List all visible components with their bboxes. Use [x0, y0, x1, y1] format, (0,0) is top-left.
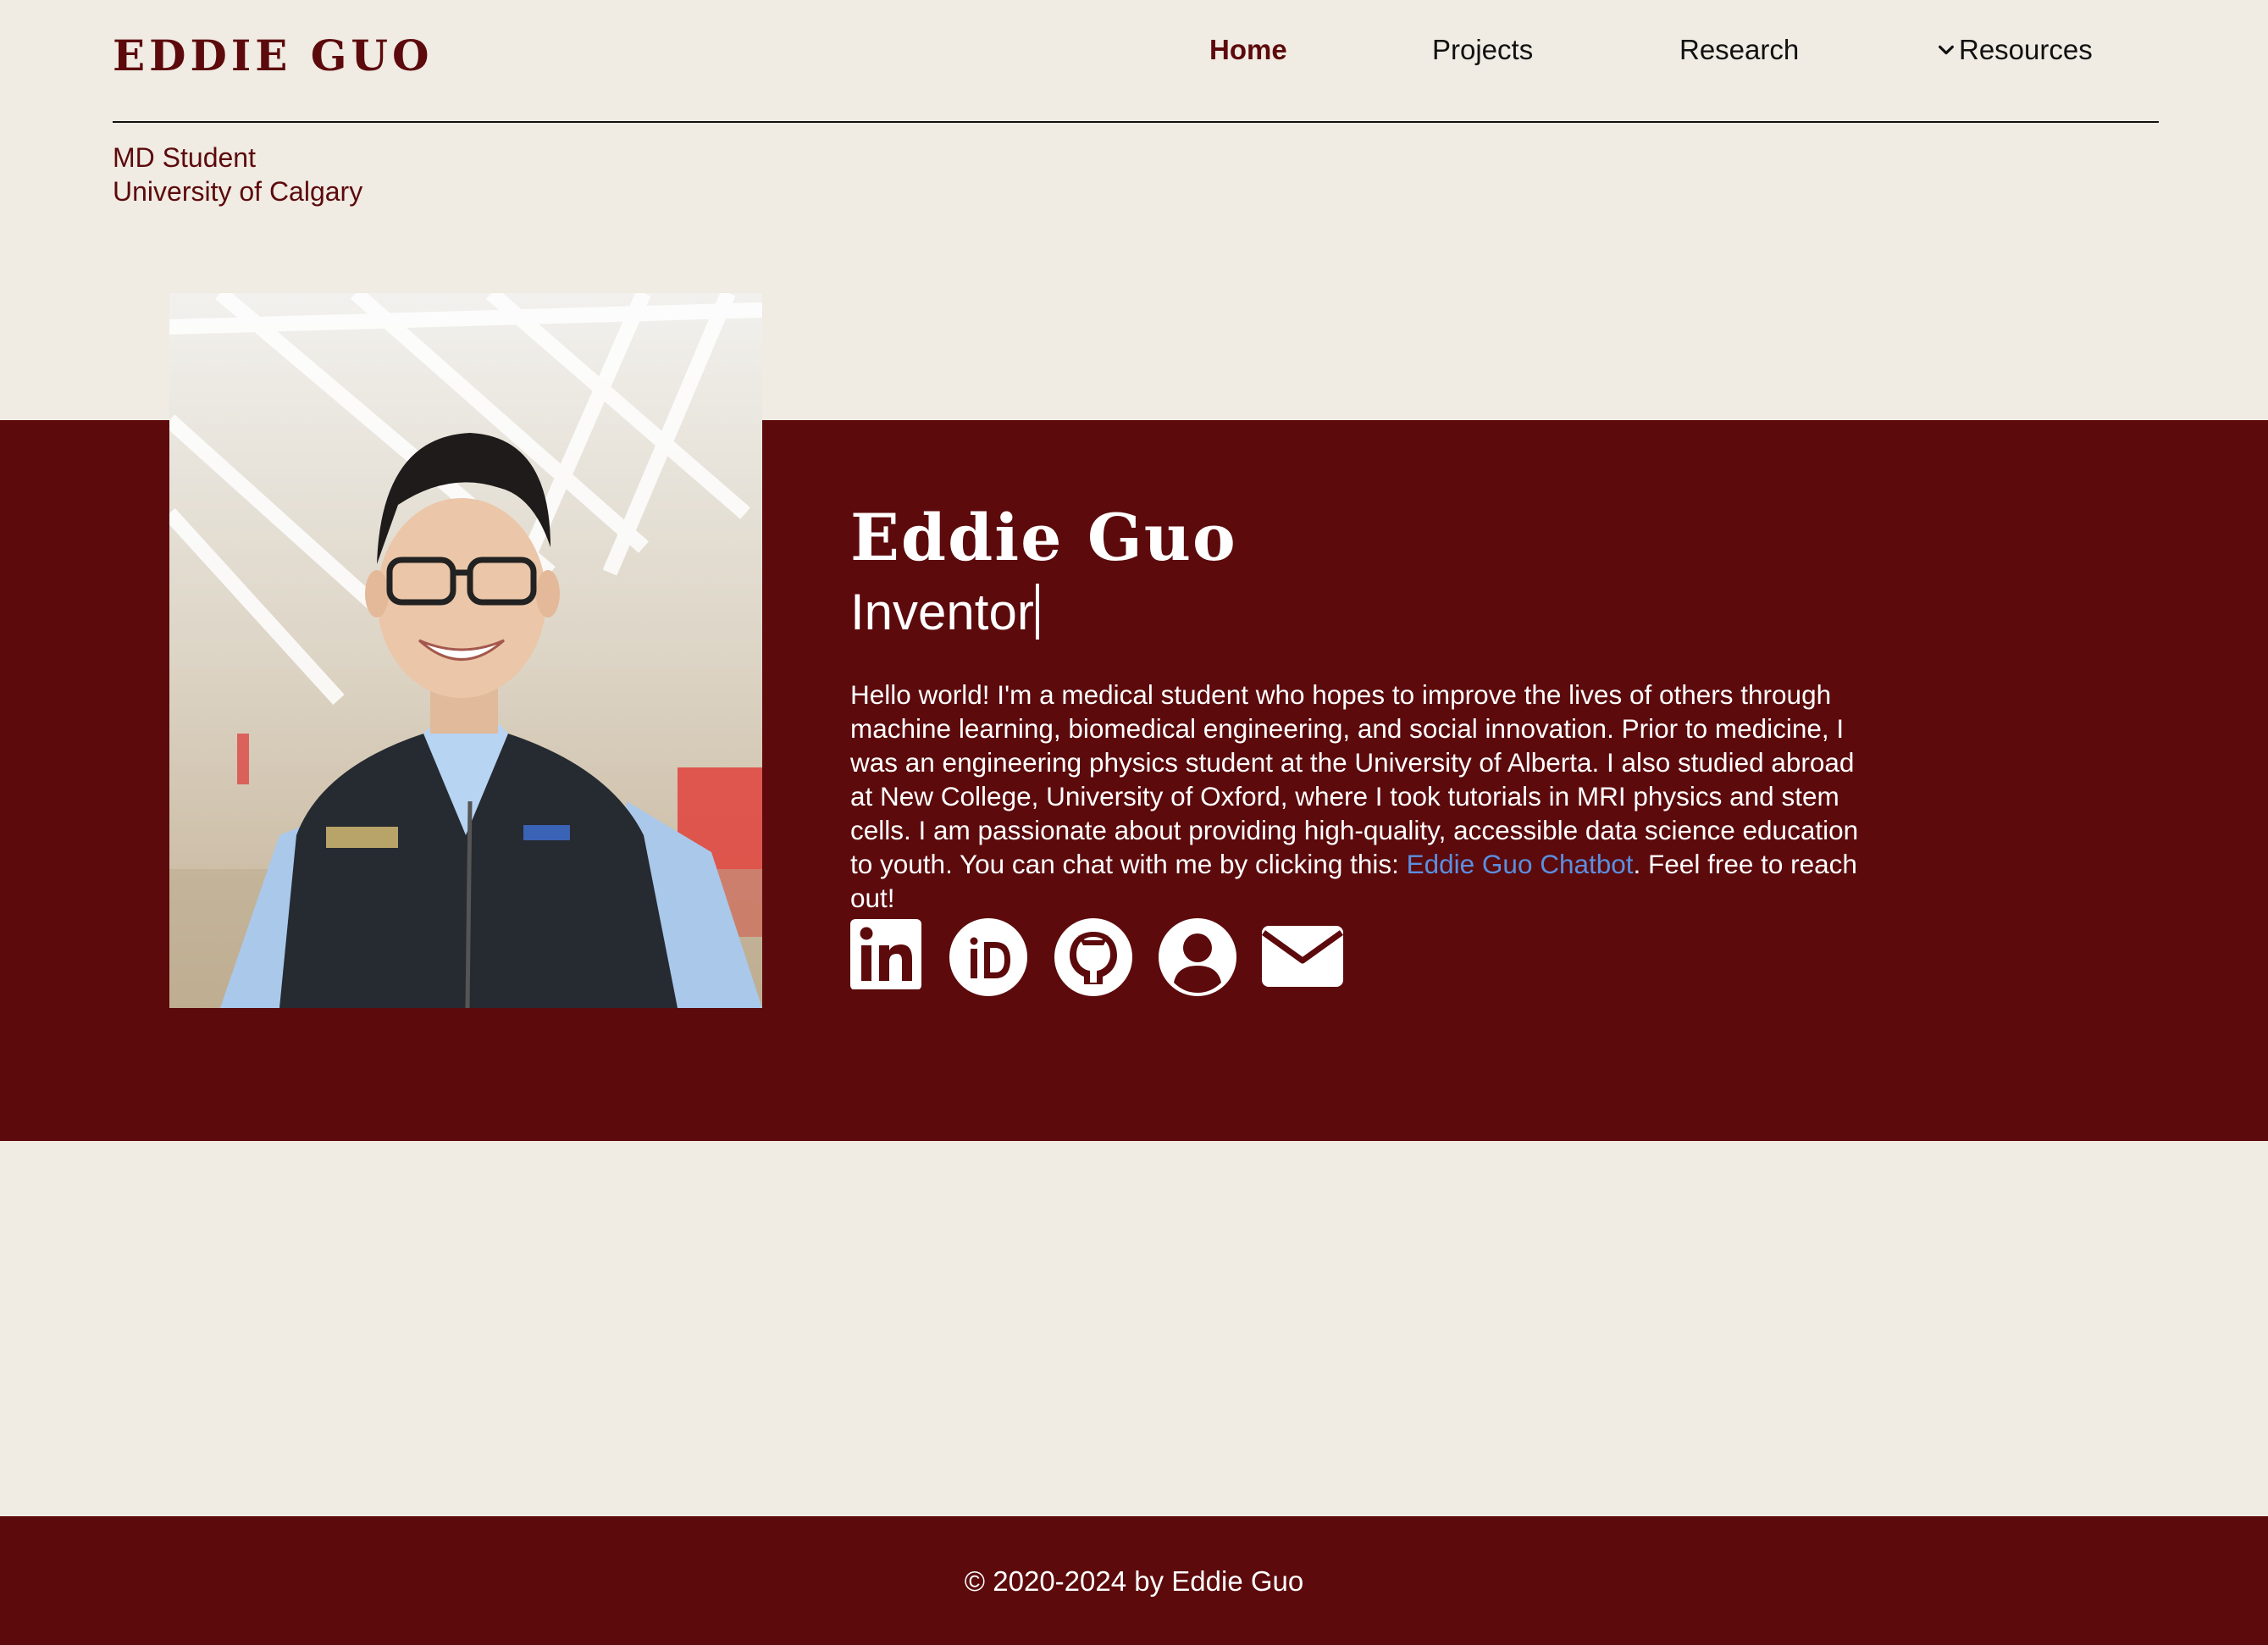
profile-icon	[1159, 918, 1236, 996]
footer-copyright: © 2020-2024 by Eddie Guo	[964, 1565, 1304, 1597]
typing-cursor	[1035, 584, 1039, 640]
orcid-link[interactable]	[948, 917, 1029, 1002]
email-link[interactable]	[1261, 925, 1344, 992]
nav-home[interactable]: Home	[1209, 34, 1287, 66]
profile-link[interactable]	[1157, 917, 1238, 1002]
nav-resources[interactable]: Resources	[1937, 34, 2093, 66]
github-icon	[1054, 918, 1132, 996]
profile-photo	[169, 293, 762, 1008]
hero-bio: Hello world! I'm a medical student who h…	[850, 678, 1884, 915]
nav-resources-label: Resources	[1959, 34, 2093, 65]
profile-photo-image	[169, 293, 762, 1008]
chevron-down-icon	[1939, 46, 1954, 55]
header-divider	[113, 121, 2159, 123]
header-subtitle: MD Student University of Calgary	[113, 141, 362, 208]
email-icon	[1261, 926, 1344, 987]
linkedin-icon	[850, 919, 921, 990]
chatbot-link[interactable]: Eddie Guo Chatbot	[1407, 849, 1634, 879]
nav-research[interactable]: Research	[1679, 34, 1799, 66]
hero-role: Inventor	[850, 583, 1039, 641]
nav-projects[interactable]: Projects	[1432, 34, 1533, 66]
hero-name: Eddie Guo	[850, 500, 1237, 575]
subtitle-institution: University of Calgary	[113, 176, 363, 207]
main-nav: Home Projects Research Resources	[0, 34, 2268, 76]
github-link[interactable]	[1053, 917, 1134, 1002]
subtitle-degree: MD Student	[113, 142, 256, 173]
linkedin-link[interactable]	[850, 917, 923, 994]
orcid-icon	[949, 918, 1027, 996]
typed-role-text: Inventor	[850, 584, 1034, 640]
